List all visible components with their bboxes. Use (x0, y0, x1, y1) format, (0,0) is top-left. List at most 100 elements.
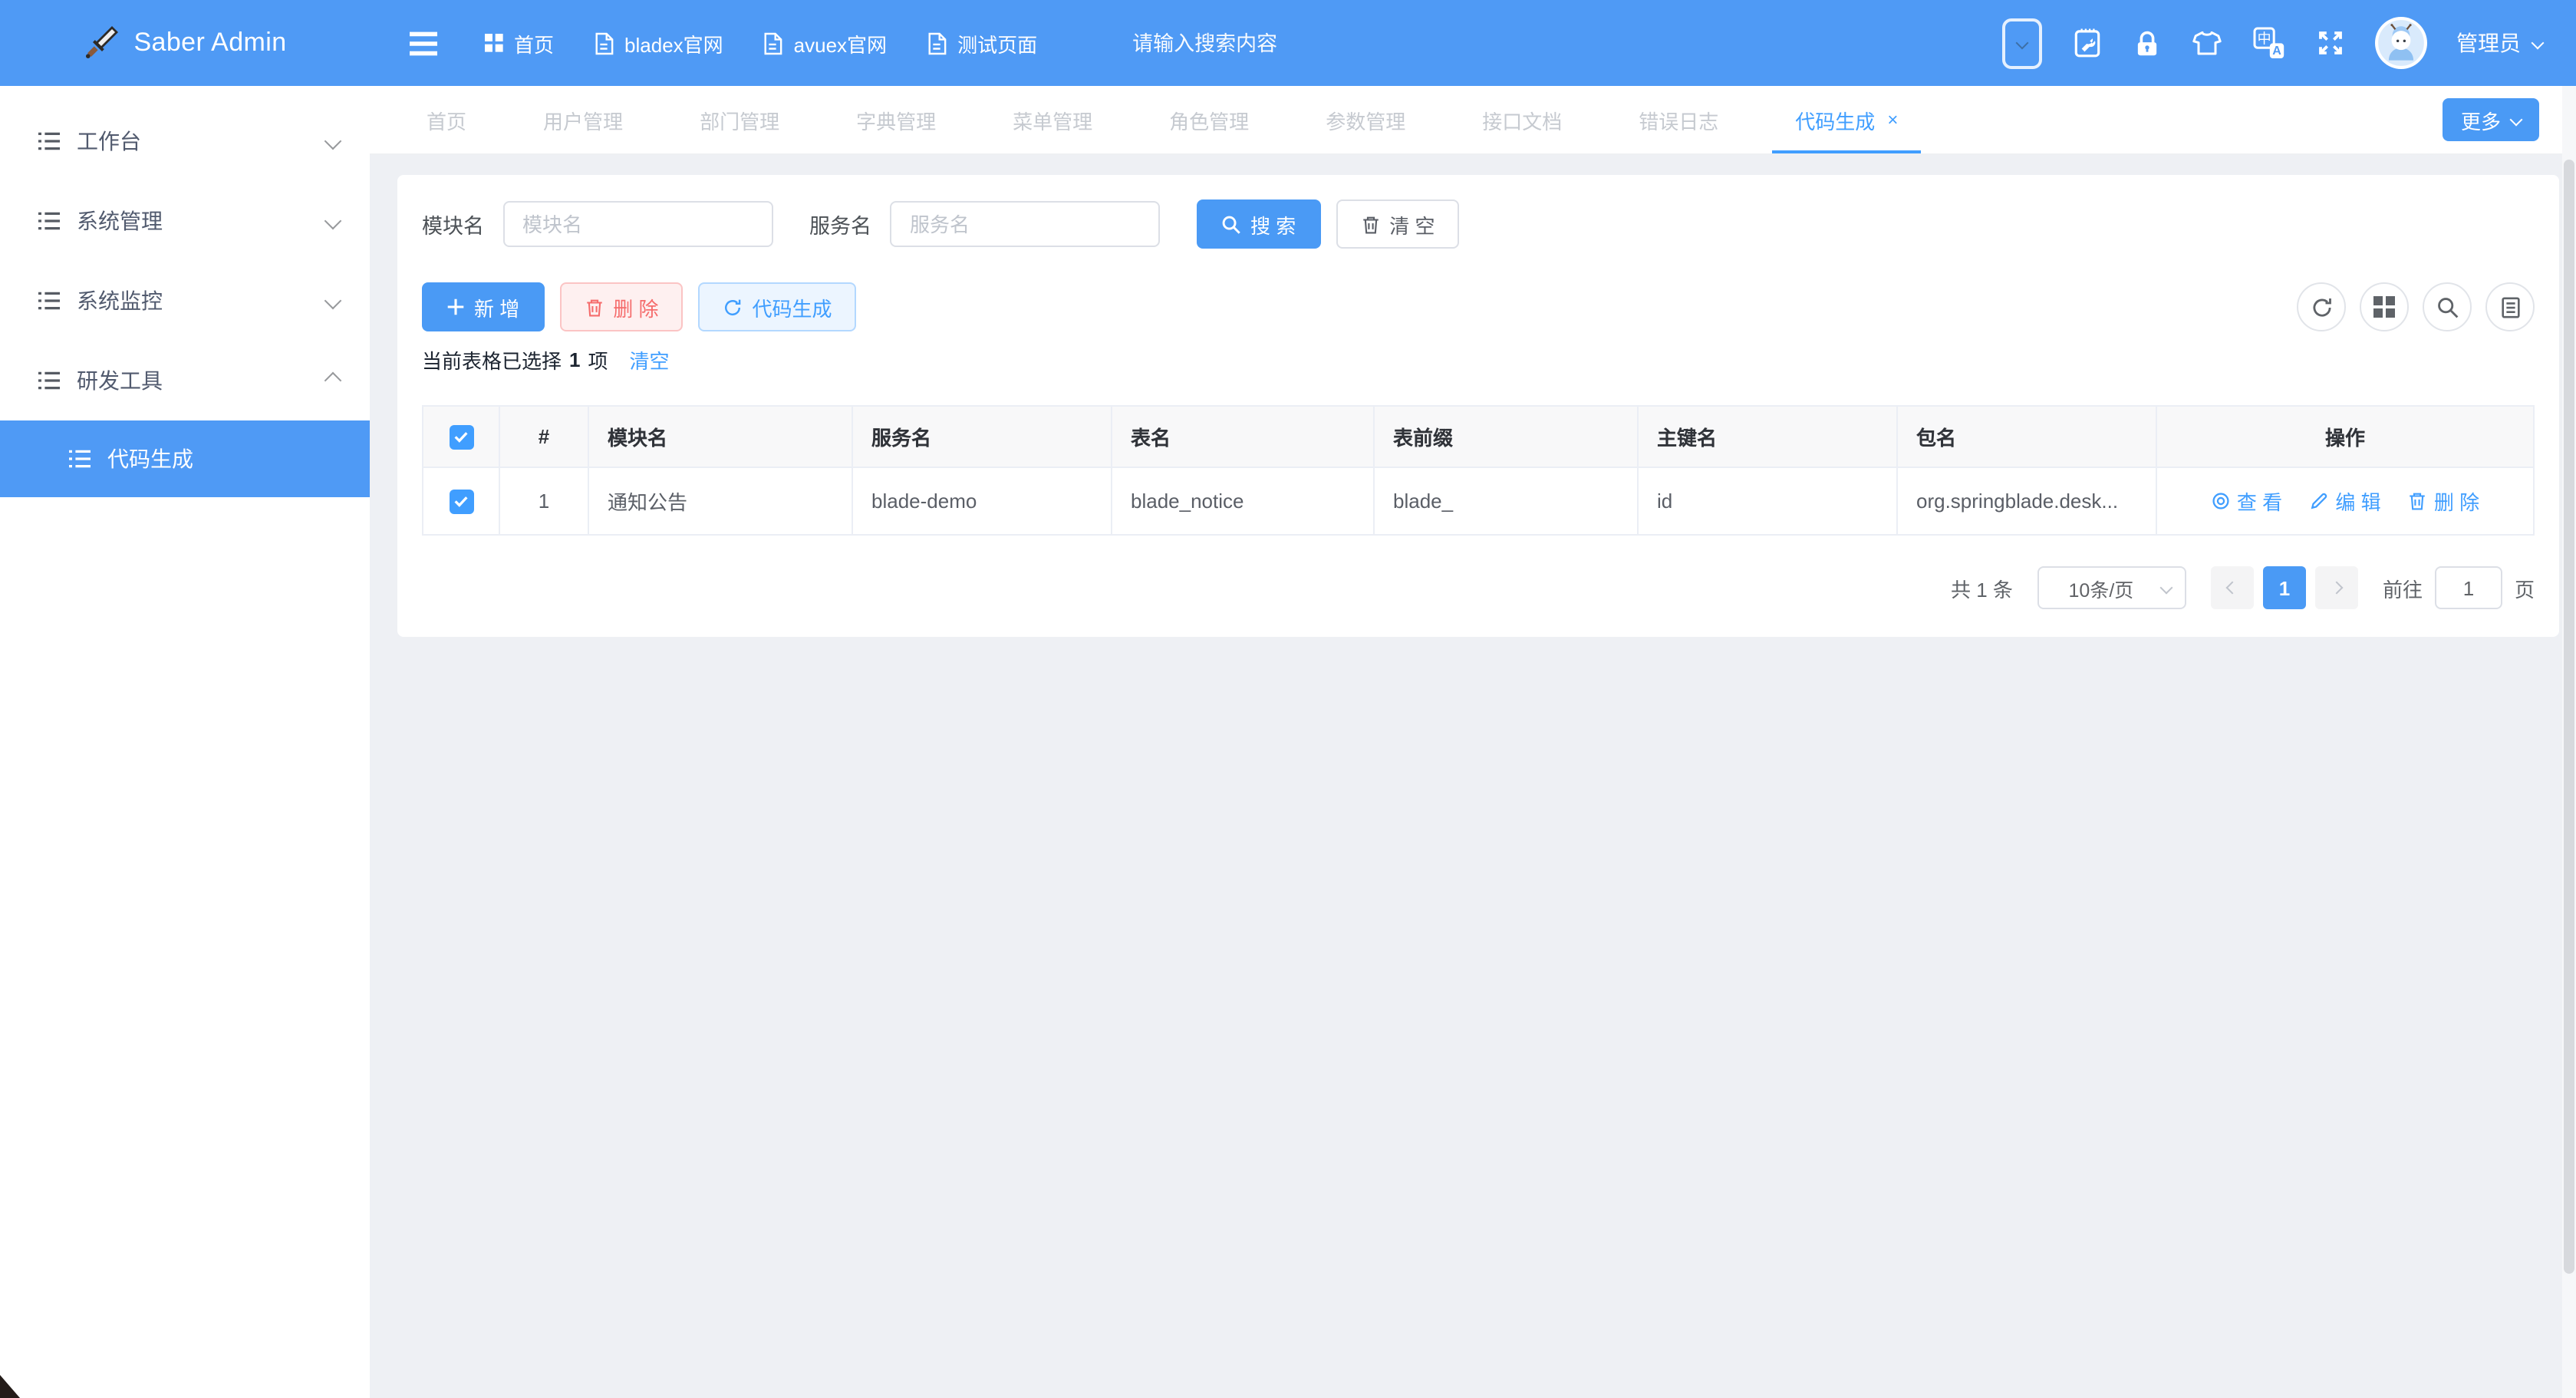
chevron-down-icon (2159, 582, 2172, 595)
top-nav-label: 首页 (514, 28, 554, 58)
sidebar-item-workbench[interactable]: 工作台 (0, 101, 370, 181)
service-name-label: 服务名 (809, 209, 871, 239)
app-root: Saber Admin 工作台 系统管理 系统监控 (0, 0, 2576, 1398)
delete-button[interactable]: 删 除 (559, 282, 683, 331)
prev-page-button[interactable] (2211, 566, 2254, 609)
tab-dict-manage[interactable]: 字典管理 (818, 86, 974, 153)
tab-param-manage[interactable]: 参数管理 (1287, 86, 1444, 153)
toolbar-row: 新 增 删 除 代码生成 (422, 282, 2535, 331)
add-button[interactable]: 新 增 (422, 282, 544, 331)
user-name: 管理员 (2456, 28, 2521, 58)
add-button-label: 新 增 (474, 292, 519, 321)
top-nav-bladex-site[interactable]: bladex官网 (594, 28, 723, 58)
pagination: 共 1 条 10条/页 1 前往 页 (422, 566, 2535, 609)
scrollbar-thumb[interactable] (2564, 160, 2574, 1274)
top-nav-label: bladex官网 (624, 28, 723, 58)
goto-page-input[interactable] (2435, 566, 2502, 609)
tab-error-log[interactable]: 错误日志 (1600, 86, 1757, 153)
language-translate-icon[interactable]: 中A (2252, 26, 2286, 60)
selection-info: 当前表格已选择 1 项 清空 (422, 344, 2535, 374)
cell-actions: 查 看 编 辑 删 除 (2156, 467, 2534, 535)
document-icon (594, 31, 614, 54)
page-number-1[interactable]: 1 (2263, 566, 2306, 609)
tab-api-docs[interactable]: 接口文档 (1444, 86, 1600, 153)
header-checkbox-cell (423, 406, 499, 467)
column-header-table: 表名 (1112, 406, 1374, 467)
service-name-input[interactable] (890, 201, 1160, 247)
row-checkbox[interactable] (449, 490, 473, 514)
page-size-select[interactable]: 10条/页 (2037, 566, 2186, 609)
hamburger-icon (408, 30, 439, 56)
row-delete-link[interactable]: 删 除 (2408, 486, 2479, 516)
chevron-down-icon (324, 292, 342, 310)
sidebar-item-system-monitor[interactable]: 系统监控 (0, 261, 370, 341)
tab-code-generation[interactable]: 代码生成 × (1757, 86, 1936, 153)
logo[interactable]: Saber Admin (0, 0, 370, 86)
view-icon (2211, 491, 2231, 511)
collapse-panel-button[interactable] (2002, 18, 2042, 68)
top-nav-avuex-site[interactable]: avuex官网 (763, 28, 887, 58)
column-header-index: # (499, 406, 588, 467)
chevron-down-icon (324, 213, 342, 230)
sidebar-item-system-manage[interactable]: 系统管理 (0, 181, 370, 261)
trash-icon (584, 297, 604, 317)
tab-dept-manage[interactable]: 部门管理 (661, 86, 818, 153)
tab-label: 角色管理 (1169, 105, 1249, 134)
menu-list-icon (68, 447, 92, 471)
next-page-button[interactable] (2315, 566, 2358, 609)
app-title: Saber Admin (133, 28, 286, 58)
user-menu[interactable]: 管理员 (2456, 28, 2542, 58)
selection-clear-link[interactable]: 清空 (630, 345, 670, 374)
tab-role-manage[interactable]: 角色管理 (1131, 86, 1287, 153)
avatar[interactable] (2375, 17, 2427, 69)
trash-icon (2408, 491, 2428, 511)
tab-user-manage[interactable]: 用户管理 (505, 86, 661, 153)
tab-menu-manage[interactable]: 菜单管理 (974, 86, 1131, 153)
sidebar-collapse-button[interactable] (408, 30, 439, 56)
fullscreen-icon[interactable] (2315, 28, 2346, 58)
select-all-checkbox[interactable] (449, 425, 473, 450)
table-header-row: # 模块名 服务名 表名 表前缀 主键名 包名 操作 (423, 406, 2534, 467)
more-tabs-button[interactable]: 更多 (2443, 98, 2539, 141)
sidebar-menu: 工作台 系统管理 系统监控 研发工具 (0, 101, 370, 497)
trash-icon (1360, 214, 1380, 234)
column-search-button[interactable] (2423, 282, 2472, 331)
chevron-left-icon (2225, 582, 2238, 595)
row-view-link[interactable]: 查 看 (2211, 486, 2282, 516)
menu-list-icon (37, 368, 61, 393)
tab-label: 接口文档 (1482, 105, 1562, 134)
close-icon[interactable]: × (1887, 109, 1898, 130)
clear-button[interactable]: 清 空 (1336, 199, 1459, 249)
refresh-button[interactable] (2297, 282, 2346, 331)
sidebar-item-code-generation[interactable]: 代码生成 (0, 420, 370, 497)
edit-label: 编 辑 (2335, 486, 2380, 516)
tab-label: 部门管理 (700, 105, 779, 134)
code-table: # 模块名 服务名 表名 表前缀 主键名 包名 操作 (422, 405, 2535, 536)
lock-icon[interactable] (2133, 27, 2162, 59)
sidebar-item-dev-tools[interactable]: 研发工具 (0, 341, 370, 420)
sidebar: Saber Admin 工作台 系统管理 系统监控 (0, 0, 370, 1398)
scrollbar[interactable] (2562, 86, 2576, 1398)
cell-pk: id (1638, 467, 1897, 535)
column-header-package: 包名 (1897, 406, 2156, 467)
top-nav-label: avuex官网 (794, 28, 887, 58)
corner-badge[interactable] (0, 1375, 20, 1398)
search-button[interactable]: 搜 索 (1197, 199, 1320, 249)
tab-home[interactable]: 首页 (388, 86, 505, 153)
menu-list-icon (37, 129, 61, 153)
column-settings-button[interactable] (2485, 282, 2535, 331)
header-search-input[interactable] (1129, 30, 1396, 56)
debug-tool-icon[interactable] (2071, 26, 2103, 60)
top-nav-home[interactable]: 首页 (485, 28, 554, 58)
chevron-down-icon (2016, 37, 2029, 50)
module-name-input[interactable] (502, 201, 772, 247)
theme-tshirt-icon[interactable] (2191, 28, 2223, 58)
top-nav-test-page[interactable]: 测试页面 (927, 28, 1037, 58)
row-edit-link[interactable]: 编 辑 (2309, 486, 2380, 516)
row-checkbox-cell (423, 467, 499, 535)
grid-view-button[interactable] (2360, 282, 2409, 331)
search-icon (2436, 295, 2459, 318)
svg-text:A: A (2272, 45, 2281, 58)
tab-bar: 首页 用户管理 部门管理 字典管理 菜单管理 角色管理 参数管理 接口文档 错误… (370, 86, 2576, 155)
code-generate-button[interactable]: 代码生成 (699, 282, 857, 331)
